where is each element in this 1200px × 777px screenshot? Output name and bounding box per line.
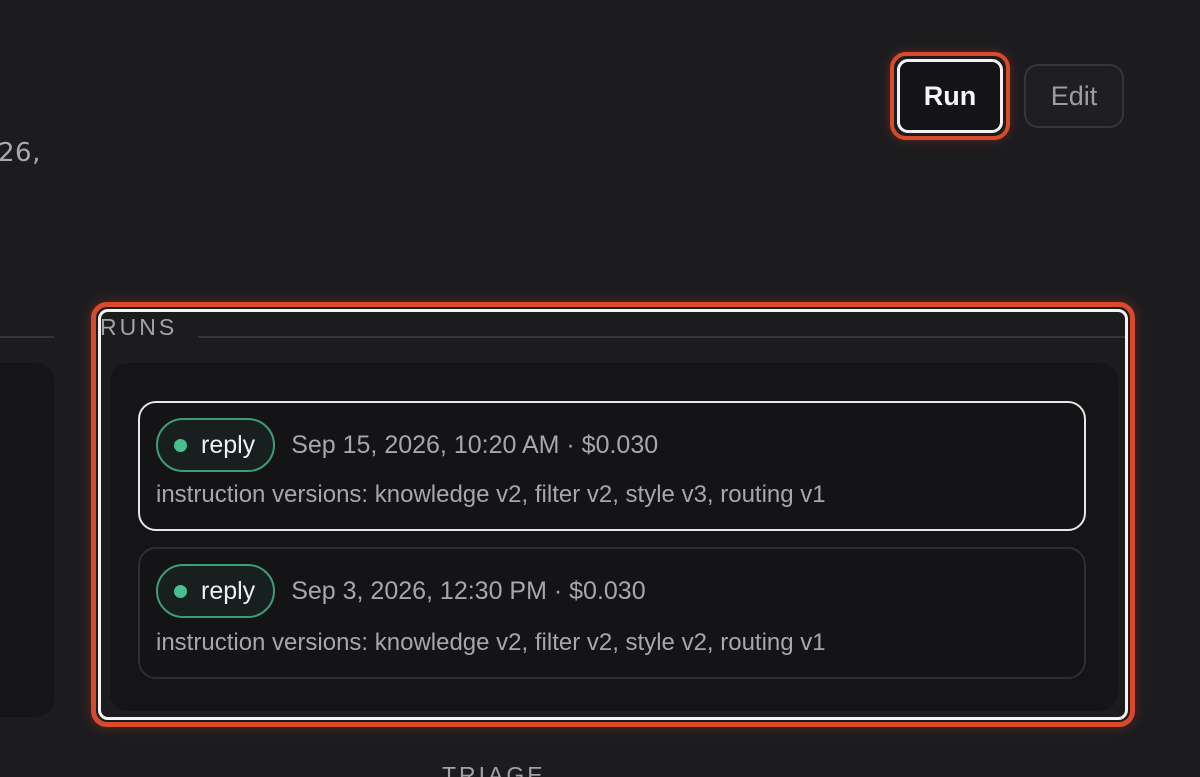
runs-section-frame bbox=[98, 309, 1128, 720]
run-button[interactable]: Run bbox=[897, 59, 1003, 133]
triage-section-title: TRIAGE bbox=[442, 762, 546, 777]
left-section-divider bbox=[0, 336, 54, 338]
edit-button[interactable]: Edit bbox=[1024, 64, 1124, 128]
left-panel-card bbox=[0, 363, 54, 717]
page: 26, Run Edit RUNS reply Sep 15, 2026, 10… bbox=[0, 0, 1200, 777]
truncated-date-text: 26, bbox=[0, 138, 41, 168]
